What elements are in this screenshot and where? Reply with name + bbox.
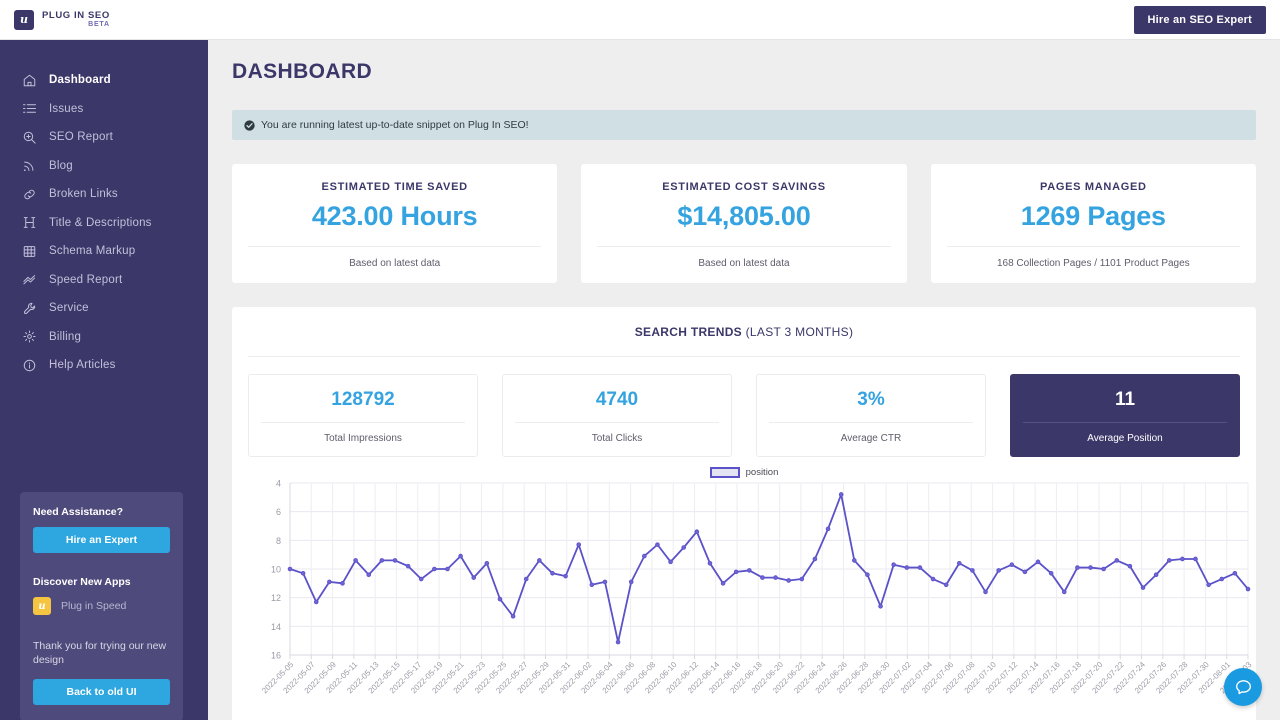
svg-text:12: 12 bbox=[271, 593, 281, 603]
brand-name: PLUG IN SEO bbox=[42, 9, 110, 21]
sidebar-item-seo-report[interactable]: SEO Report bbox=[0, 123, 208, 152]
trend-metric-card[interactable]: 11 Average Position bbox=[1010, 374, 1240, 457]
kpi-label: PAGES MANAGED bbox=[1039, 181, 1147, 193]
info-icon bbox=[22, 358, 37, 373]
sidebar-item-blog[interactable]: Blog bbox=[0, 152, 208, 181]
speed-icon bbox=[22, 272, 37, 287]
page-title: DASHBOARD bbox=[232, 60, 373, 83]
brand-mark-icon: u bbox=[14, 9, 34, 30]
sidebar-item-broken-links[interactable]: Broken Links bbox=[0, 180, 208, 209]
kpi-card: ESTIMATED COST SAVINGS $14,805.00 Based on… bbox=[581, 164, 907, 283]
kpi-card: ESTIMATED TIME SAVED 423.00 Hours Based on… bbox=[232, 164, 558, 283]
trend-metric-card[interactable]: 128792 Total Impressions bbox=[248, 374, 478, 457]
main-content: DASHBOARD You are running latest up-to-d… bbox=[208, 40, 1280, 720]
sidebar-item-label: Title & Descriptions bbox=[49, 216, 152, 229]
sidebar-item-label: Help Articles bbox=[49, 359, 116, 372]
sidebar-item-billing[interactable]: Billing bbox=[0, 323, 208, 352]
position-chart: position 4 6 8 10 12 14 16 2022-05-05 2022-05-07… bbox=[248, 465, 1254, 720]
dashboard-page: u PLUG IN SEO BETA Hire an SEO Expert Da… bbox=[0, 0, 1280, 720]
sidebar-item-label: Service bbox=[49, 302, 89, 315]
trend-metric-label: Average Position bbox=[1023, 422, 1227, 444]
sidebar-item-label: Broken Links bbox=[49, 188, 118, 201]
kpi-value: 423.00 Hours bbox=[311, 201, 478, 231]
sidebar: Dashboard Issues SEO Report Blog Broken Link… bbox=[0, 40, 208, 720]
home-icon bbox=[22, 73, 37, 88]
sidebar-item-issues[interactable]: Issues bbox=[0, 95, 208, 124]
sidebar-item-schema-markup[interactable]: Schema Markup bbox=[0, 237, 208, 266]
table-icon bbox=[22, 244, 37, 259]
wrench-icon bbox=[22, 301, 37, 316]
kpi-value: 1269 Pages bbox=[1020, 201, 1166, 231]
brand-logo[interactable]: u PLUG IN SEO BETA bbox=[14, 9, 110, 30]
back-to-old-ui-button[interactable]: Back to old UI bbox=[33, 679, 170, 706]
brand-text: PLUG IN SEO BETA bbox=[42, 11, 110, 29]
svg-text:8: 8 bbox=[276, 536, 281, 546]
svg-text:16: 16 bbox=[271, 651, 281, 661]
sidebar-item-label: SEO Report bbox=[49, 131, 113, 144]
check-circle-icon bbox=[244, 119, 255, 131]
kpi-footnote: Based on latest data bbox=[248, 246, 542, 269]
top-bar: u PLUG IN SEO BETA Hire an SEO Expert bbox=[0, 0, 1280, 40]
trend-metric-label: Total Impressions bbox=[261, 422, 465, 444]
trend-metric-label: Average CTR bbox=[769, 422, 973, 444]
svg-text:6: 6 bbox=[276, 507, 281, 517]
chat-icon bbox=[1235, 679, 1251, 694]
chart-canvas: 468101214162022-05-052022-05-072022-05-0… bbox=[260, 479, 1254, 696]
sidebar-item-label: Dashboard bbox=[49, 74, 111, 87]
discover-new-apps-heading: Discover New Apps bbox=[33, 576, 131, 588]
sidebar-item-speed-report[interactable]: Speed Report bbox=[0, 266, 208, 295]
trend-metric-value: 4740 bbox=[595, 389, 639, 410]
rss-icon bbox=[22, 158, 37, 173]
help-chat-button[interactable] bbox=[1224, 668, 1262, 706]
kpi-footnote: Based on latest data bbox=[597, 246, 891, 269]
sidebar-item-service[interactable]: Service bbox=[0, 294, 208, 323]
thank-you-text: Thank you for trying our new design bbox=[33, 640, 167, 667]
plug-in-speed-label: Plug in Speed bbox=[61, 600, 127, 612]
heading-icon bbox=[22, 215, 37, 230]
assistance-panel: Need Assistance? Hire an Expert Discover… bbox=[20, 492, 183, 720]
status-banner-text: You are running latest up-to-date snippe… bbox=[261, 119, 529, 131]
gear-icon bbox=[22, 329, 37, 344]
sidebar-nav: Dashboard Issues SEO Report Blog Broken Link… bbox=[0, 66, 208, 380]
search-plus-icon bbox=[22, 130, 37, 145]
sidebar-item-dashboard[interactable]: Dashboard bbox=[0, 66, 208, 95]
brand-beta-badge: BETA bbox=[88, 21, 110, 29]
svg-text:4: 4 bbox=[276, 479, 281, 489]
kpi-value: $14,805.00 bbox=[677, 201, 811, 231]
hire-an-expert-button[interactable]: Hire an Expert bbox=[33, 527, 170, 553]
trend-metric-value: 11 bbox=[1114, 389, 1136, 410]
search-trends-title-sub: (LAST 3 MONTHS) bbox=[745, 325, 854, 339]
svg-text:10: 10 bbox=[271, 565, 281, 575]
sidebar-item-help-articles[interactable]: Help Articles bbox=[0, 351, 208, 380]
kpi-label: ESTIMATED TIME SAVED bbox=[321, 181, 468, 193]
app-item-plug-in-speed[interactable]: u Plug in Speed bbox=[33, 597, 170, 615]
sidebar-item-label: Schema Markup bbox=[49, 245, 136, 258]
sidebar-item-label: Billing bbox=[49, 330, 82, 343]
plug-in-speed-icon: u bbox=[33, 597, 51, 615]
kpi-label: ESTIMATED COST SAVINGS bbox=[662, 181, 826, 193]
trend-metric-value: 3% bbox=[857, 389, 885, 410]
trend-metric-label: Total Clicks bbox=[515, 422, 719, 444]
link-icon bbox=[22, 187, 37, 202]
list-icon bbox=[22, 101, 37, 116]
hire-seo-expert-button[interactable]: Hire an SEO Expert bbox=[1133, 5, 1266, 34]
search-trends-title-main: SEARCH TRENDS bbox=[634, 325, 742, 339]
status-banner: You are running latest up-to-date snippe… bbox=[232, 110, 1256, 140]
trend-metric-card[interactable]: 4740 Total Clicks bbox=[502, 374, 732, 457]
svg-text:14: 14 bbox=[271, 622, 281, 632]
kpi-footnote: 168 Collection Pages / 1101 Product Page… bbox=[946, 246, 1240, 269]
sidebar-item-label: Blog bbox=[49, 159, 73, 172]
kpi-card: PAGES MANAGED 1269 Pages 168 Collection Pa… bbox=[930, 164, 1256, 283]
sidebar-item-label: Speed Report bbox=[49, 273, 123, 286]
trend-metric-card[interactable]: 3% Average CTR bbox=[756, 374, 986, 457]
search-trends-panel: SEARCH TRENDS (LAST 3 MONTHS) 128792 Tota… bbox=[232, 307, 1256, 720]
need-assistance-heading: Need Assistance? bbox=[33, 506, 124, 518]
sidebar-item-title-descriptions[interactable]: Title & Descriptions bbox=[0, 209, 208, 238]
sidebar-item-label: Issues bbox=[49, 102, 84, 115]
search-trends-title: SEARCH TRENDS (LAST 3 MONTHS) bbox=[248, 325, 1240, 357]
trend-metric-value: 128792 bbox=[331, 389, 395, 410]
trend-metric-row: 128792 Total Impressions 4740 Total Clicks 3… bbox=[248, 374, 1240, 457]
kpi-card-row: ESTIMATED TIME SAVED 423.00 Hours Based on… bbox=[232, 164, 1256, 283]
